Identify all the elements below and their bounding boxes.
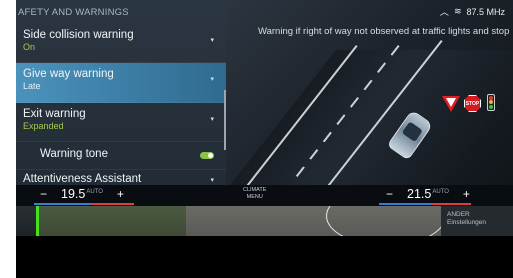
- left-temp-value: 19.5AUTO: [61, 187, 103, 201]
- climate-bar: − 19.5AUTO + CLIMATE MENU − 21.5AUTO +: [16, 185, 513, 206]
- road-surface: [226, 50, 513, 185]
- menu-item-label: Give way warning: [23, 68, 114, 80]
- status-bar: ︿ ≋ 87.5 MHz: [440, 5, 505, 18]
- menu-item-label: Attentiveness Assistant: [23, 173, 142, 185]
- menu-header: AFETY AND WARNINGS: [18, 7, 129, 18]
- right-temp-increase-button[interactable]: +: [463, 187, 470, 201]
- chevron-down-icon: ▾: [210, 76, 214, 83]
- chevron-down-icon: ▾: [210, 177, 214, 184]
- left-temp-increase-button[interactable]: +: [117, 187, 124, 201]
- camera-settings-link[interactable]: Einstellungen: [447, 219, 513, 227]
- left-temp-decrease-button[interactable]: −: [40, 187, 47, 201]
- menu-item-warning-tone[interactable]: Warning tone: [16, 142, 226, 170]
- menu-item-label: Side collision warning: [23, 29, 134, 41]
- settings-menu: AFETY AND WARNINGS Side collision warnin…: [16, 0, 226, 185]
- menu-item-give-way-warning[interactable]: Give way warning Late ▾: [16, 63, 226, 103]
- menu-item-value: On: [23, 42, 36, 52]
- idrive-screen: STOP Warning if right of way not observe…: [16, 0, 513, 278]
- camera-view: ANDER Einstellungen: [16, 206, 513, 236]
- camera-grass-area: [36, 206, 186, 236]
- radio-signal-icon: ≋: [453, 6, 462, 16]
- left-temperature-control: − 19.5AUTO +: [40, 187, 124, 201]
- menu-item-exit-warning[interactable]: Exit warning Expanded ▾: [16, 103, 226, 142]
- left-temp-bar-warm: [92, 203, 134, 205]
- chevron-down-icon: ▾: [210, 116, 214, 123]
- camera-panel-line: ANDER: [447, 211, 470, 218]
- right-temp-value: 21.5AUTO: [407, 187, 449, 201]
- chevron-down-icon: ▾: [210, 37, 214, 44]
- menu-item-label: Warning tone: [40, 148, 108, 160]
- traffic-light-icon: [487, 94, 495, 111]
- menu-item-value: Late: [23, 81, 41, 91]
- give-way-visualization: STOP Warning if right of way not observe…: [226, 0, 513, 185]
- left-temp-bar-cool: [34, 203, 92, 205]
- right-temp-bar-cool: [379, 203, 431, 205]
- warning-tone-toggle[interactable]: [200, 152, 214, 159]
- menu-item-label: Exit warning: [23, 108, 86, 120]
- yield-sign-icon: [442, 96, 460, 112]
- menu-item-side-collision-warning[interactable]: Side collision warning On ▾: [16, 24, 226, 63]
- right-temp-decrease-button[interactable]: −: [386, 187, 393, 201]
- menu-item-value: Expanded: [23, 121, 64, 131]
- give-way-description: Warning if right of way not observed at …: [258, 26, 510, 37]
- menu-scrollbar[interactable]: [224, 90, 226, 150]
- right-temp-bar-warm: [431, 203, 471, 205]
- climate-menu-button[interactable]: CLIMATE MENU: [243, 187, 266, 201]
- menu-item-attentiveness-assistant[interactable]: Attentiveness Assistant ▾: [16, 170, 226, 185]
- camera-side-panel[interactable]: ANDER Einstellungen: [441, 206, 513, 236]
- chevron-up-icon: ︿: [439, 7, 449, 17]
- right-temperature-control: − 21.5AUTO +: [386, 187, 470, 201]
- radio-frequency: 87.5 MHz: [466, 6, 505, 17]
- camera-guide-arc: [326, 206, 446, 236]
